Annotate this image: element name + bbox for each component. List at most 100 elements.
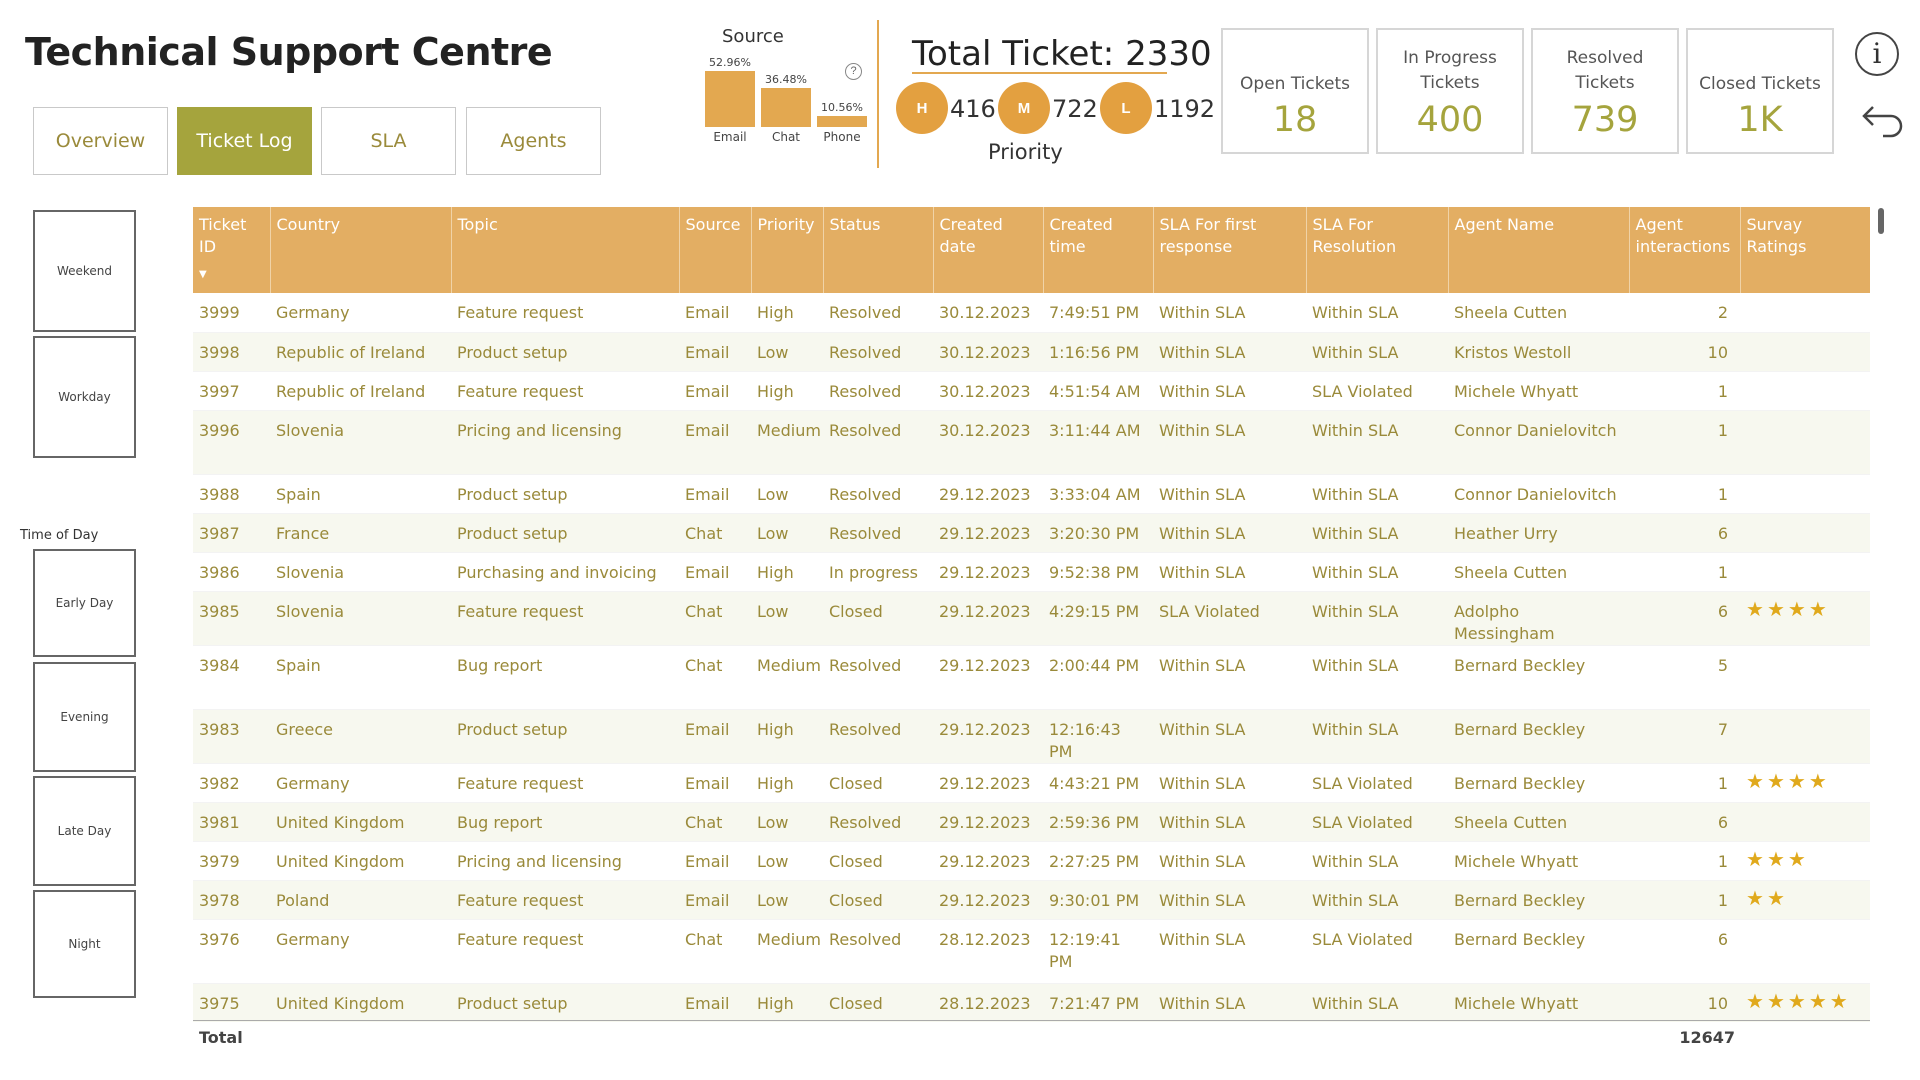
table-row[interactable]: 3982 Germany Feature request Email High Close… [193,763,1870,803]
column-header[interactable]: Ticket ID ▼ [193,207,271,293]
info-icon[interactable]: i [1855,32,1899,76]
table-row[interactable]: 3996 Slovenia Pricing and licensing Email Me… [193,410,1870,475]
source-bar-phone[interactable] [817,115,867,127]
star-icon: ★ [1787,846,1806,871]
slicer-weekend[interactable]: Weekend [33,210,136,332]
table-cell: SLA Violated [1153,591,1306,646]
column-header[interactable]: Country [270,207,452,293]
table-cell: Email [679,474,751,514]
table-cell: Chat [679,591,751,646]
table-cell: Greece [270,709,451,764]
table-cell: 4:43:21 PM [1043,763,1153,803]
table-cell: 3985 [193,591,270,646]
column-header[interactable]: Created date [933,207,1044,293]
star-icon: ★ [1766,988,1785,1013]
table-cell: Within SLA [1153,983,1306,1022]
total-ticket-label: Total Ticket: 2330 [912,34,1212,74]
table-cell: Within SLA [1153,293,1306,333]
table-cell: 29.12.2023 [933,591,1043,646]
slicer-night[interactable]: Night [33,890,136,998]
column-header-label: Created time [1049,215,1113,256]
table-cell: ★ ★ [1740,880,1870,920]
table-cell: SLA Violated [1306,763,1448,803]
table-cell: Within SLA [1153,802,1306,842]
column-header[interactable]: Priority [751,207,824,293]
table-row[interactable]: 3988 Spain Product setup Email Low Resolved 29… [193,474,1870,514]
table-cell: 10 [1629,983,1740,1022]
back-arrow-icon[interactable] [1855,100,1903,148]
star-icon: ★ [1746,885,1764,910]
table-row[interactable]: 3998 Republic of Ireland Product setup Emai… [193,332,1870,372]
priority-medium-value: 722 [1052,95,1098,123]
table-row[interactable]: 3981 United Kingdom Bug report Chat Low Resol… [193,802,1870,842]
source-bar-label: 36.48% [765,73,807,87]
column-header[interactable]: Source [679,207,752,293]
table-cell: Bernard Beckley [1448,919,1629,984]
table-cell: 3982 [193,763,270,803]
table-cell: 6 [1629,802,1740,842]
table-cell: 29.12.2023 [933,709,1043,764]
nav-agents-button[interactable]: Agents [466,107,601,175]
source-bar-email[interactable] [705,71,755,127]
table-cell: Email [679,293,751,333]
table-cell: In progress [823,552,933,592]
table-cell: Michele Whyatt [1448,371,1629,411]
table-cell: 3996 [193,410,270,475]
nav-ticket-log-button[interactable]: Ticket Log [177,107,312,175]
slicer-workday[interactable]: Workday [33,336,136,458]
table-cell: 28.12.2023 [933,919,1043,984]
slicer-early-day[interactable]: Early Day [33,549,136,657]
column-header[interactable]: SLA For Resolution [1306,207,1449,293]
table-cell: 1 [1629,371,1740,411]
table-cell: 6 [1629,591,1740,646]
ticket-log-table[interactable]: Ticket ID ▼ Country Topic Source Priority Stat… [193,207,1870,1022]
table-cell: Within SLA [1306,332,1448,372]
table-row[interactable]: 3976 Germany Feature request Chat Medium Reso… [193,919,1870,984]
table-cell: 1:16:56 PM [1043,332,1153,372]
table-cell [1740,802,1870,842]
help-icon[interactable]: ? [845,63,862,80]
table-cell: Medium [751,919,823,984]
table-row[interactable]: 3984 Spain Bug report Chat Medium Resolved 29.… [193,645,1870,710]
nav-overview-button[interactable]: Overview [33,107,168,175]
report-page: Technical Support Centre Overview Ticket… [0,0,1920,1080]
slicer-evening[interactable]: Evening [33,662,136,772]
table-cell: 30.12.2023 [933,332,1043,372]
table-cell: 3984 [193,645,270,710]
star-icon: ★ [1766,885,1785,910]
star-icon: ★ [1829,988,1848,1013]
kpi-label: Resolved Tickets [1566,48,1644,93]
column-header[interactable]: Created time [1043,207,1154,293]
table-row[interactable]: 3979 United Kingdom Pricing and licensing E… [193,841,1870,881]
table-cell: 3986 [193,552,270,592]
priority-high-badge: H [896,82,948,134]
column-header-label: Topic [457,215,498,234]
column-header[interactable]: Agent Name [1448,207,1630,293]
nav-sla-button[interactable]: SLA [321,107,456,175]
table-cell: 9:30:01 PM [1043,880,1153,920]
sort-descending-icon[interactable]: ▼ [199,264,264,286]
column-header[interactable]: Status [823,207,934,293]
column-header[interactable]: SLA For first response [1153,207,1307,293]
table-row[interactable]: 3985 Slovenia Feature request Chat Low Closed… [193,591,1870,646]
table-row[interactable]: 3987 France Product setup Chat Low Resolved 29… [193,513,1870,553]
table-cell: 29.12.2023 [933,880,1043,920]
table-row[interactable]: 3983 Greece Product setup Email High Resolved… [193,709,1870,764]
table-scrollbar[interactable] [1878,208,1884,234]
source-bar-chat[interactable] [761,88,811,127]
column-header[interactable]: Topic [451,207,680,293]
slicer-late-day[interactable]: Late Day [33,776,136,886]
table-row[interactable]: 3997 Republic of Ireland Feature request Em… [193,371,1870,411]
table-cell: Closed [823,880,933,920]
table-cell [1740,293,1870,333]
table-cell: Low [751,332,823,372]
kpi-label: Closed Tickets [1699,74,1821,94]
column-header[interactable]: Agent interactions [1629,207,1741,293]
table-cell: 3975 [193,983,270,1022]
table-row[interactable]: 3975 United Kingdom Product setup Email High… [193,983,1870,1022]
table-cell [1740,410,1870,475]
column-header[interactable]: Survay Ratings [1740,207,1870,293]
table-row[interactable]: 3978 Poland Feature request Email Low Closed 2… [193,880,1870,920]
table-row[interactable]: 3999 Germany Feature request Email High Resol… [193,293,1870,333]
table-row[interactable]: 3986 Slovenia Purchasing and invoicing Emai… [193,552,1870,592]
